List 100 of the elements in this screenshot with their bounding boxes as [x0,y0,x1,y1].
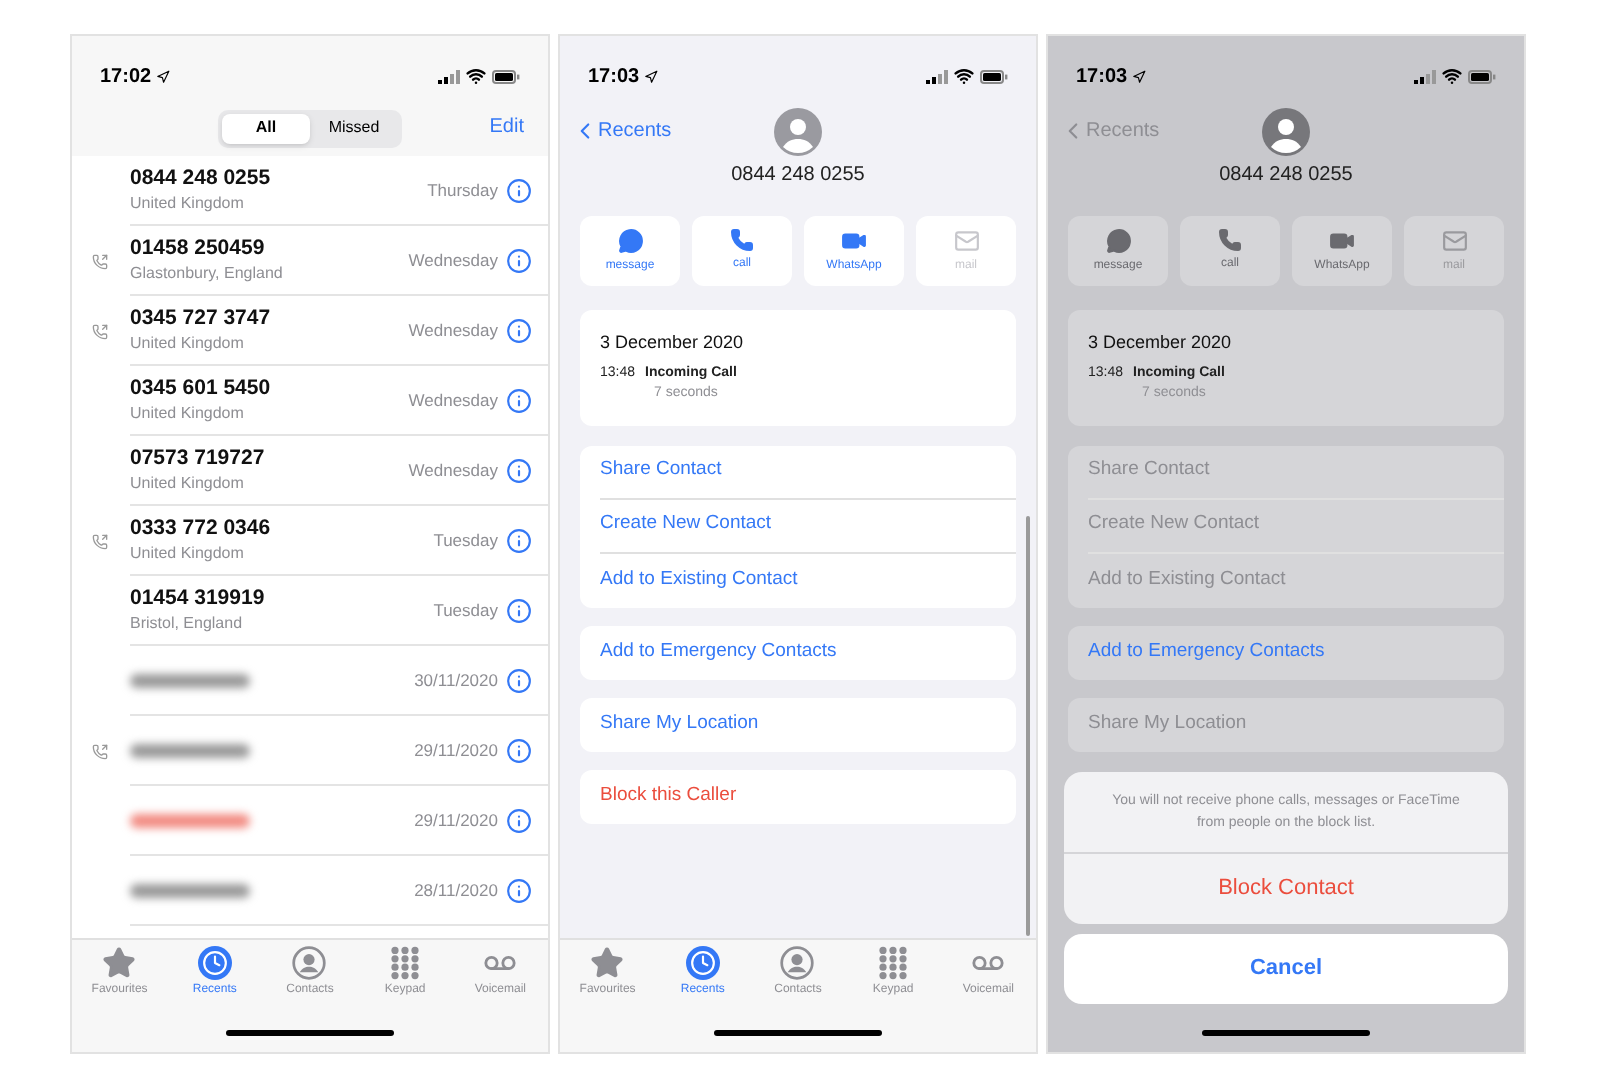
call-date: 29/11/2020 [414,737,498,763]
call-row[interactable]: 0345 727 3747 United Kingdom Wednesday [72,296,548,366]
call-row[interactable]: 01458 250459 Glastonbury, England Wednesday [72,226,548,296]
edit-link[interactable]: Edit [489,112,524,142]
action-row[interactable]: Share My Location [1088,697,1504,751]
call-date: 30/11/2020 [414,667,498,693]
segment-tab[interactable]: Missed [310,113,398,143]
phone-number: 01454 319919 [130,586,267,612]
status-time: 17:02 [100,63,152,91]
info-icon[interactable] [506,527,532,553]
call-row[interactable]: 0844 248 0255 United Kingdom Thursday [72,156,548,226]
action-row[interactable]: Share Contact [600,445,1016,499]
keypad-icon [878,946,909,980]
action-row[interactable]: Block this Caller [600,769,1016,823]
clock-icon [685,946,720,980]
call-row[interactable]: 0345 601 5450 United Kingdom Wednesday [72,366,548,436]
phone-number: 0345 601 5450 [130,376,273,402]
star-icon [590,946,625,980]
call-row[interactable]: 29/11/2020 [72,716,548,786]
call-date: Tuesday [433,597,498,623]
call-date: 29/11/2020 [414,807,498,833]
phone-icon [92,533,108,549]
call-date: Wednesday [408,317,498,343]
signal-icon [1414,69,1436,83]
phone-icon [92,253,108,269]
call-row[interactable]: 29/11/2020 [72,786,548,856]
call-date: 3 December 2020 [600,330,746,356]
info-icon[interactable] [506,317,532,343]
phone-number: 0844 248 0255 [130,166,273,192]
action-row[interactable]: Share Contact [1088,445,1504,499]
call-date: Wednesday [408,387,498,413]
call-location: United Kingdom [130,402,246,424]
phone-icon [92,743,108,759]
signal-icon [926,69,948,83]
blurred-entry [130,673,250,687]
location-arrow-icon [155,69,170,83]
call-date: Tuesday [433,527,498,553]
star-icon [102,946,137,980]
action-row[interactable]: Share My Location [600,697,1016,751]
action-row[interactable]: Add to Emergency Contacts [600,625,1016,679]
info-icon[interactable] [506,877,532,903]
status-time: 17:03 [1076,63,1128,91]
location-arrow-icon [643,69,658,83]
action-row[interactable]: Create New Contact [600,499,1016,553]
call-date: Thursday [427,177,498,203]
action-row[interactable]: Add to Existing Contact [600,553,1016,607]
info-icon[interactable] [506,667,532,693]
wifi-icon [466,66,486,86]
person-circle-icon [292,946,327,980]
battery-icon [980,69,1008,83]
blurred-entry [130,743,250,757]
call-location: United Kingdom [130,542,246,564]
wifi-icon [1442,66,1462,86]
info-icon[interactable] [506,737,532,763]
phone-icon [92,323,108,339]
info-icon[interactable] [506,177,532,203]
person-circle-icon [780,946,815,980]
call-date: Wednesday [408,457,498,483]
segment-tab[interactable]: All [222,113,310,143]
info-icon[interactable] [506,387,532,413]
back-button[interactable]: Recents [1060,116,1160,146]
call-row[interactable]: 01454 319919 Bristol, England Tuesday [72,576,548,646]
blurred-entry [130,813,250,827]
call-row[interactable]: 07573 719727 United Kingdom Wednesday [72,436,548,506]
phone-number: 01458 250459 [130,236,267,262]
info-icon[interactable] [506,807,532,833]
envelope-icon [953,227,979,253]
phone-number: 07573 719727 [130,446,267,472]
contact-number: 0844 248 0255 [1219,162,1353,190]
call-date: 3 December 2020 [1088,330,1234,356]
call-location: United Kingdom [130,192,246,214]
action-row[interactable]: Add to Emergency Contacts [1088,625,1504,679]
call-location: Glastonbury, England [130,262,285,284]
avatar-icon [774,108,822,156]
call-date: Wednesday [408,247,498,273]
battery-icon [492,69,520,83]
phone-icon [1218,228,1242,252]
status-time: 17:03 [588,63,640,91]
video-camera-icon [840,227,868,253]
speech-bubble-icon [617,227,643,253]
action-row[interactable]: Add to Existing Contact [1088,553,1504,607]
wifi-icon [954,66,974,86]
avatar-icon [1262,108,1310,156]
info-icon[interactable] [506,457,532,483]
call-row[interactable]: 0333 772 0346 United Kingdom Tuesday [72,506,548,576]
battery-icon [1468,69,1496,83]
phone-number: 0345 727 3747 [130,306,273,332]
phone-number: 0333 772 0346 [130,516,273,542]
contact-number: 0844 248 0255 [731,162,865,190]
blurred-entry [130,883,250,897]
call-row[interactable]: 28/11/2020 [72,856,548,926]
call-row[interactable]: 30/11/2020 [72,646,548,716]
info-icon[interactable] [506,597,532,623]
call-date: 28/11/2020 [414,877,498,903]
clock-icon [197,946,232,980]
action-row[interactable]: Create New Contact [1088,499,1504,553]
info-icon[interactable] [506,247,532,273]
sheet-action-button[interactable]: Block Contact [1064,854,1508,924]
back-button[interactable]: Recents [572,116,672,146]
cancel-button[interactable]: Cancel [1064,934,1508,1004]
